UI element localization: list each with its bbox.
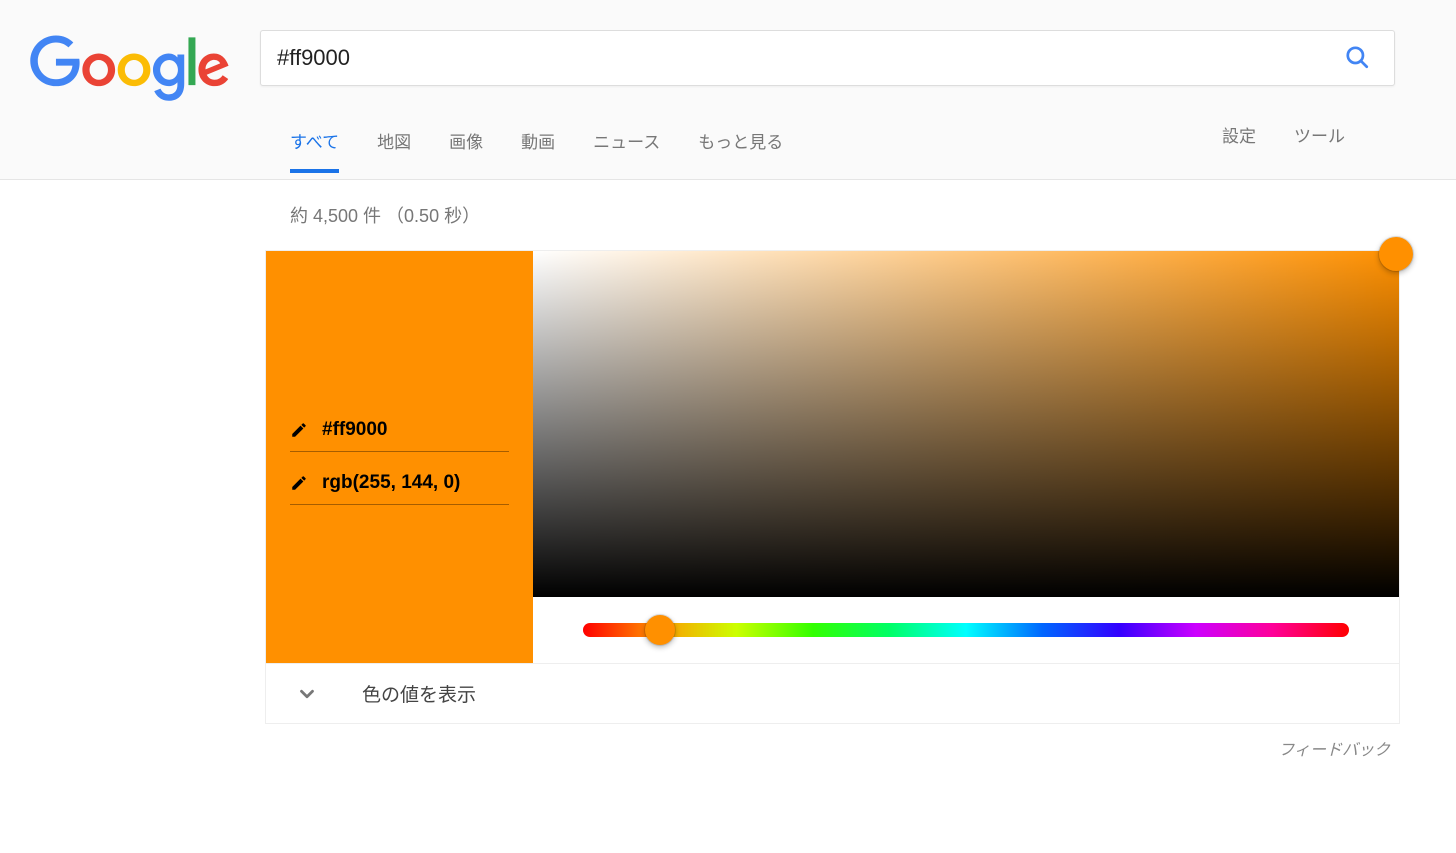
search-icon [1344, 44, 1370, 70]
hex-value: #ff9000 [322, 419, 388, 441]
hue-row [533, 597, 1399, 663]
rgb-row[interactable]: rgb(255, 144, 0) [290, 462, 509, 505]
sv-knob[interactable] [1379, 237, 1413, 271]
hue-knob[interactable] [645, 615, 675, 645]
saturation-value-field[interactable] [533, 251, 1399, 597]
tab-tools[interactable]: ツール [1294, 122, 1345, 163]
tab-images[interactable]: 画像 [449, 128, 483, 173]
color-picker-card: #ff9000 rgb(255, 144, 0) [265, 250, 1400, 724]
header-right: すべて 地図 画像 動画 ニュース もっと見る 設定 ツール [260, 30, 1456, 179]
tab-settings[interactable]: 設定 [1222, 122, 1256, 163]
show-values-expander[interactable]: 色の値を表示 [266, 663, 1399, 723]
result-stats: 約 4,500 件 （0.50 秒） [265, 180, 1400, 250]
tab-maps[interactable]: 地図 [377, 128, 411, 173]
tab-all[interactable]: すべて [290, 128, 339, 173]
search-row [260, 30, 1395, 86]
gradient-area [533, 251, 1399, 663]
tabs-row: すべて 地図 画像 動画 ニュース もっと見る 設定 ツール [260, 122, 1395, 179]
tab-videos[interactable]: 動画 [521, 128, 555, 173]
tab-news[interactable]: ニュース [593, 128, 660, 173]
header: すべて 地図 画像 動画 ニュース もっと見る 設定 ツール [0, 0, 1456, 180]
tabs-right: 設定 ツール [1222, 122, 1395, 179]
color-picker-top: #ff9000 rgb(255, 144, 0) [266, 251, 1399, 663]
tabs-left: すべて 地図 画像 動画 ニュース もっと見る [260, 128, 783, 173]
pencil-icon [290, 474, 308, 492]
search-button[interactable] [1336, 36, 1378, 81]
rgb-value: rgb(255, 144, 0) [322, 472, 460, 494]
tab-more[interactable]: もっと見る [698, 128, 783, 173]
hue-slider[interactable] [583, 623, 1349, 637]
pencil-icon [290, 421, 308, 439]
hex-row[interactable]: #ff9000 [290, 409, 509, 452]
chevron-down-icon [296, 683, 318, 705]
feedback-link[interactable]: フィードバック [265, 736, 1400, 760]
expander-label: 色の値を表示 [362, 680, 476, 707]
search-input[interactable] [277, 45, 1336, 71]
color-swatch-panel: #ff9000 rgb(255, 144, 0) [266, 251, 533, 663]
google-logo[interactable] [30, 35, 230, 103]
search-box [260, 30, 1395, 86]
content: 約 4,500 件 （0.50 秒） #ff9000 rgb(255, 144,… [265, 180, 1400, 760]
